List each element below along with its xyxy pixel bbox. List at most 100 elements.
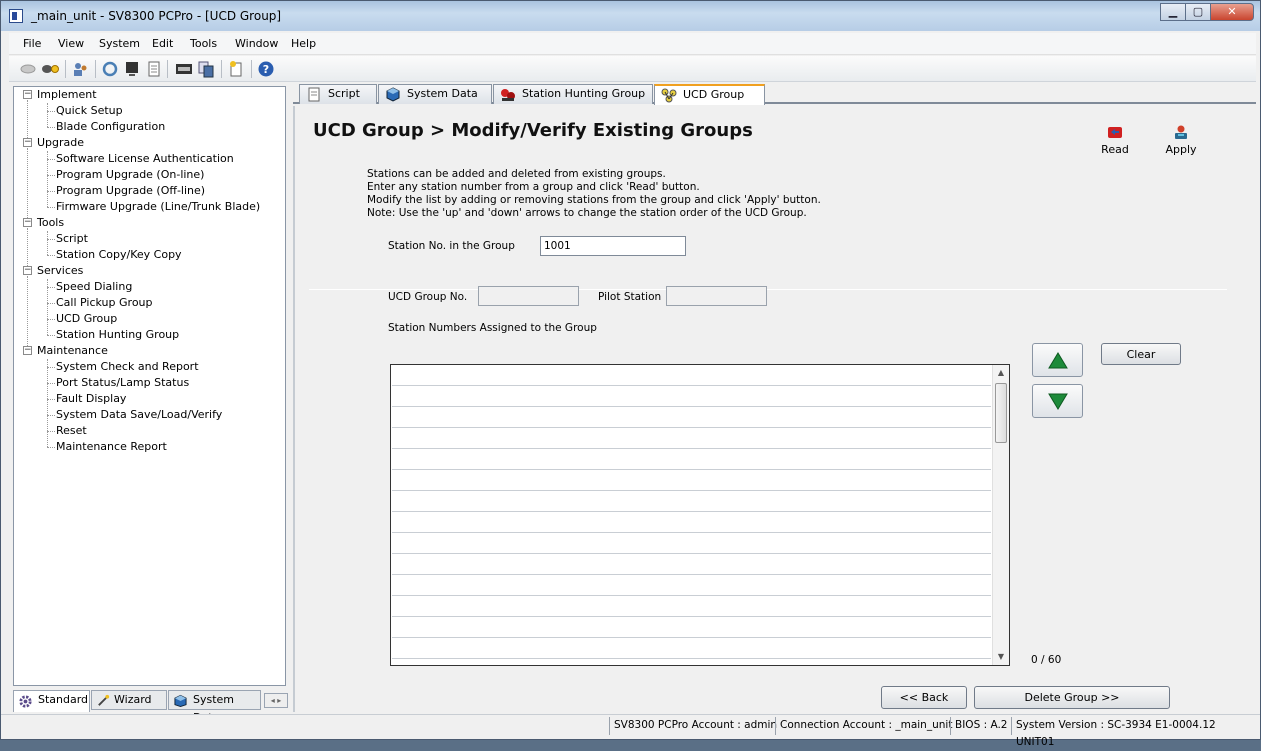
tree-item[interactable]: Quick Setup [56, 103, 123, 119]
tree-connector [47, 175, 55, 176]
read-button[interactable]: Read [1095, 124, 1135, 156]
move-down-button[interactable] [1032, 384, 1083, 418]
tab-system-data-label: System Data [407, 87, 478, 100]
cube-icon [174, 694, 187, 708]
tree-toggle[interactable]: − [23, 90, 32, 99]
wand-icon [98, 694, 110, 706]
minimize-button[interactable]: ▁ [1160, 3, 1186, 21]
left-tab-standard-label: Standard [38, 693, 89, 706]
clear-button[interactable]: Clear [1101, 343, 1181, 365]
refresh-icon[interactable] [101, 60, 119, 78]
scroll-thumb[interactable] [995, 383, 1007, 443]
ucd-group-no-label-text: UCD Group No. [388, 291, 468, 303]
tree-item[interactable]: Script [56, 231, 88, 247]
tree-item[interactable]: UCD Group [56, 311, 117, 327]
tree-item[interactable]: System Check and Report [56, 359, 199, 375]
tree-item[interactable]: Blade Configuration [56, 119, 165, 135]
list-row[interactable] [392, 638, 991, 659]
tab-scroll-buttons[interactable]: ◂ ▸ [264, 693, 288, 708]
status-bios: BIOS : A.2 [950, 717, 1011, 735]
tree-toggle[interactable]: − [23, 266, 32, 275]
close-button[interactable]: ✕ [1210, 3, 1254, 21]
tree-category[interactable]: Tools [37, 215, 64, 231]
list-row[interactable] [392, 407, 991, 428]
monitor-icon[interactable] [123, 60, 141, 78]
disconnect-icon[interactable] [19, 60, 37, 78]
tree-connector [47, 287, 55, 288]
menu-tools[interactable]: Tools [190, 37, 217, 50]
list-row[interactable] [392, 365, 991, 386]
tree-item[interactable]: Station Copy/Key Copy [56, 247, 182, 263]
tree-connector [47, 207, 55, 208]
list-row[interactable] [392, 596, 991, 617]
tree-category[interactable]: Upgrade [37, 135, 84, 151]
read-icon [1108, 127, 1122, 138]
menu-edit[interactable]: Edit [152, 37, 173, 50]
tree-category[interactable]: Implement [37, 87, 97, 103]
scroll-up-arrow[interactable]: ▲ [993, 365, 1009, 381]
left-tab-system-data[interactable]: System Data [168, 690, 261, 724]
users-icon[interactable] [71, 60, 89, 78]
list-scrollbar[interactable]: ▲ ▼ [992, 365, 1009, 665]
maximize-button[interactable]: ▢ [1185, 3, 1211, 21]
tab-system-data[interactable]: System Data [378, 84, 492, 104]
tree-item[interactable]: Station Hunting Group [56, 327, 179, 343]
document-icon[interactable] [145, 60, 163, 78]
tree-item[interactable]: Program Upgrade (Off-line) [56, 183, 205, 199]
navigation-tree-panel: − Implement Quick Setup Blade Configuration… [13, 86, 286, 686]
list-row[interactable] [392, 449, 991, 470]
tree-item[interactable]: Port Status/Lamp Status [56, 375, 189, 391]
tree-item[interactable]: Speed Dialing [56, 279, 132, 295]
move-up-button[interactable] [1032, 343, 1083, 377]
left-tab-wizard[interactable]: Wizard [91, 690, 167, 710]
left-tab-standard[interactable]: Standard [13, 690, 90, 712]
menu-window[interactable]: Window [235, 37, 278, 50]
tree-item[interactable]: Software License Authentication [56, 151, 234, 167]
list-row[interactable] [392, 617, 991, 638]
station-no-field[interactable]: 1001 [540, 236, 686, 256]
tree-connector [47, 239, 55, 240]
scroll-down-arrow[interactable]: ▼ [993, 649, 1009, 665]
tab-script[interactable]: Script [299, 84, 377, 104]
tree-item[interactable]: Firmware Upgrade (Line/Trunk Blade) [56, 199, 260, 215]
tree-connector [47, 383, 55, 384]
title-bar[interactable]: _main_unit - SV8300 PCPro - [UCD Group] … [1, 1, 1260, 31]
isdn-icon[interactable] [175, 60, 193, 78]
menu-system[interactable]: System [99, 37, 140, 50]
tree-item[interactable]: System Data Save/Load/Verify [56, 407, 222, 423]
tree-category[interactable]: Services [37, 263, 83, 279]
tree-item[interactable]: Call Pickup Group [56, 295, 153, 311]
back-button[interactable]: << Back [881, 686, 967, 709]
tree-item[interactable]: Program Upgrade (On-line) [56, 167, 204, 183]
list-row[interactable] [392, 491, 991, 512]
menu-file[interactable]: File [23, 37, 41, 50]
list-row[interactable] [392, 554, 991, 575]
tree-item[interactable]: Maintenance Report [56, 439, 167, 455]
instruction-line: Note: Use the 'up' and 'down' arrows to … [367, 207, 807, 219]
list-row[interactable] [392, 575, 991, 596]
list-row[interactable] [392, 533, 991, 554]
list-row[interactable] [392, 428, 991, 449]
menu-help[interactable]: Help [291, 37, 316, 50]
station-numbers-list[interactable]: ▲ ▼ [390, 364, 1010, 666]
apply-button[interactable]: Apply [1161, 124, 1201, 156]
tab-station-hunting-group[interactable]: Station Hunting Group [493, 84, 653, 104]
tab-ucd-group[interactable]: UCD Group [654, 84, 765, 105]
tree-toggle[interactable]: − [23, 138, 32, 147]
connect-icon[interactable] [41, 60, 59, 78]
help-icon[interactable]: ? [257, 60, 275, 78]
tree-item[interactable]: Fault Display [56, 391, 126, 407]
tree-category[interactable]: Maintenance [37, 343, 108, 359]
list-row[interactable] [392, 470, 991, 491]
menu-view[interactable]: View [58, 37, 84, 50]
tree-item[interactable]: Reset [56, 423, 87, 439]
list-row[interactable] [392, 512, 991, 533]
tree-toggle[interactable]: − [23, 346, 32, 355]
tree-toggle[interactable]: − [23, 218, 32, 227]
gear-icon [19, 695, 32, 708]
delete-group-button[interactable]: Delete Group >> [974, 686, 1170, 709]
list-row[interactable] [392, 386, 991, 407]
instruction-line: Enter any station number from a group an… [367, 181, 700, 193]
copy-icon[interactable] [197, 60, 215, 78]
new-file-icon[interactable] [227, 60, 245, 78]
